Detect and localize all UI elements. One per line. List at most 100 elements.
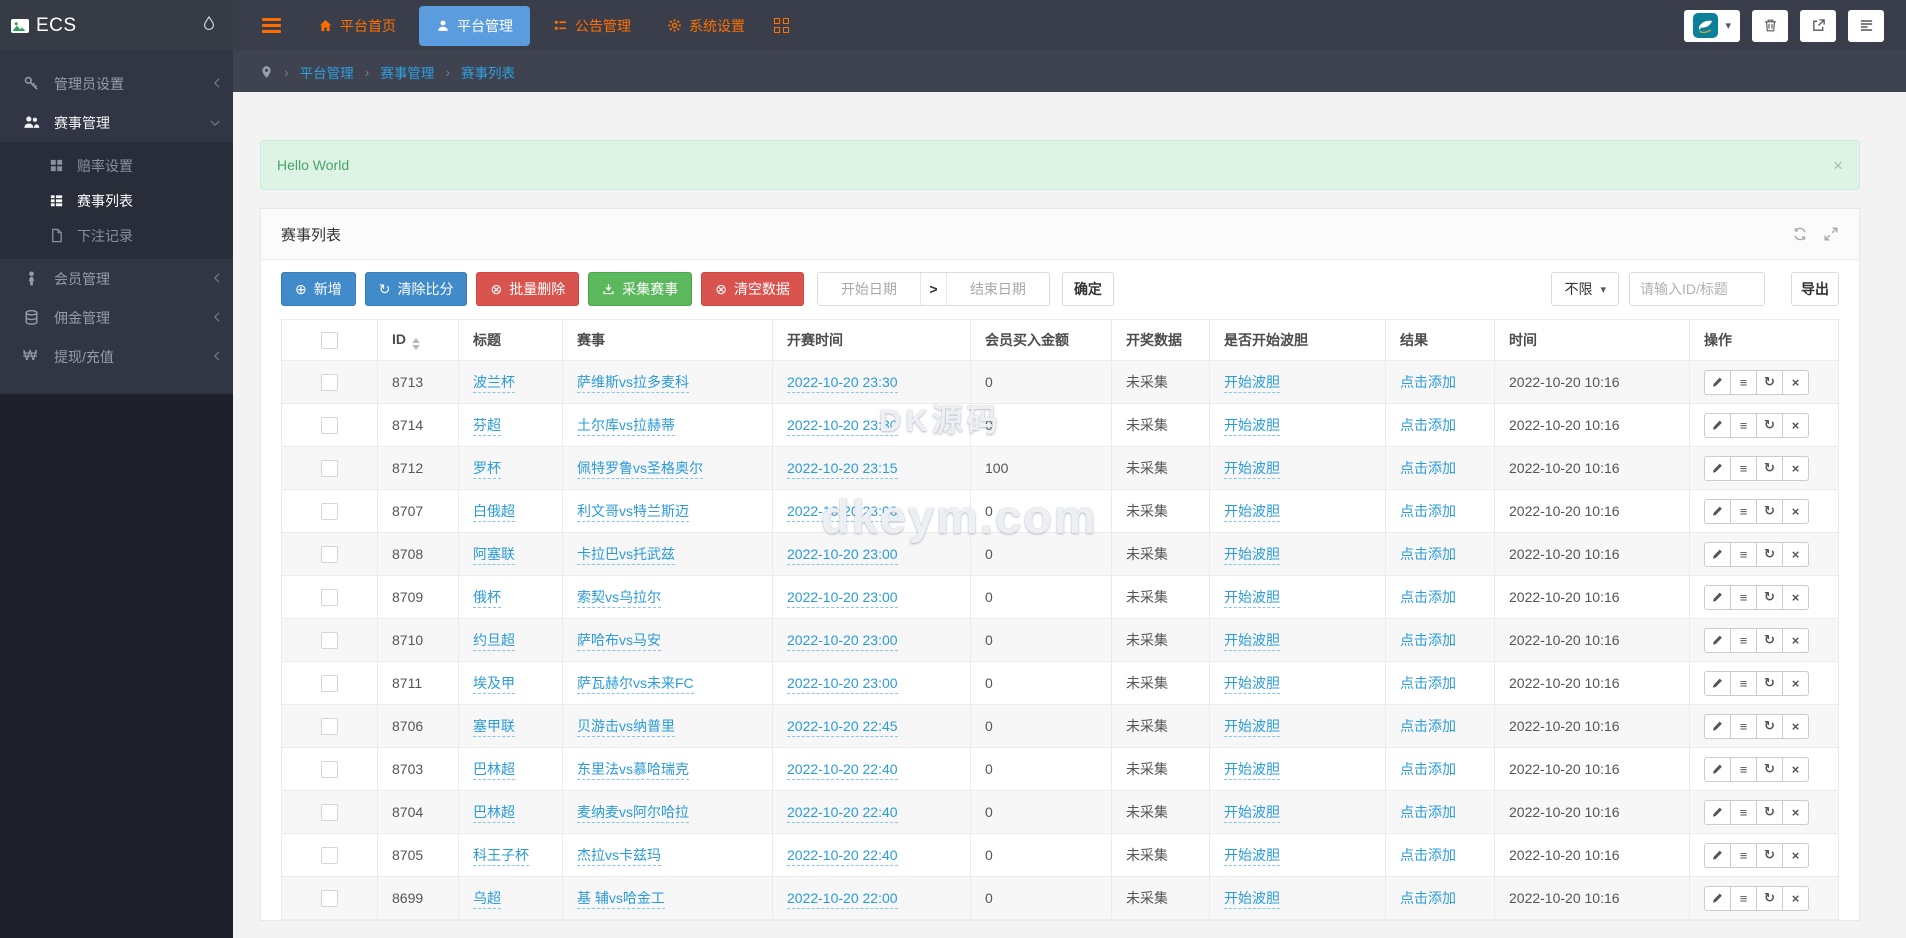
- search-input[interactable]: [1629, 272, 1765, 306]
- delete-button[interactable]: ×: [1782, 670, 1809, 696]
- breadcrumb-link[interactable]: 赛事管理: [380, 62, 434, 82]
- list-button[interactable]: ≡: [1730, 627, 1757, 653]
- league-link[interactable]: 塞甲联: [473, 718, 515, 737]
- list-button[interactable]: ≡: [1730, 756, 1757, 782]
- list-button[interactable]: ≡: [1730, 455, 1757, 481]
- row-checkbox[interactable]: [321, 760, 338, 778]
- result-add-link[interactable]: 点击添加: [1400, 847, 1456, 863]
- bodan-link[interactable]: 开始波胆: [1224, 417, 1280, 436]
- list-button[interactable]: ≡: [1730, 369, 1757, 395]
- league-link[interactable]: 乌超: [473, 890, 501, 909]
- bodan-link[interactable]: 开始波胆: [1224, 546, 1280, 565]
- refresh-button[interactable]: ↻: [1756, 670, 1783, 696]
- refresh-button[interactable]: ↻: [1756, 369, 1783, 395]
- result-add-link[interactable]: 点击添加: [1400, 417, 1456, 433]
- delete-button[interactable]: ×: [1782, 455, 1809, 481]
- match-link[interactable]: 卡拉巴vs托武兹: [577, 546, 675, 565]
- start-time-link[interactable]: 2022-10-20 22:45: [787, 718, 898, 737]
- league-link[interactable]: 白俄超: [473, 503, 515, 522]
- row-checkbox[interactable]: [321, 846, 338, 864]
- delete-button[interactable]: ×: [1782, 412, 1809, 438]
- edit-button[interactable]: [1704, 455, 1731, 481]
- nav-tab-home[interactable]: 平台首页: [305, 7, 409, 45]
- refresh-button[interactable]: ↻: [1756, 584, 1783, 610]
- bodan-link[interactable]: 开始波胆: [1224, 460, 1280, 479]
- row-checkbox[interactable]: [321, 459, 338, 477]
- batch-delete-button[interactable]: ⊗ 批量删除: [476, 272, 580, 306]
- end-date-input[interactable]: [946, 273, 1049, 305]
- list-button[interactable]: ≡: [1730, 412, 1757, 438]
- result-add-link[interactable]: 点击添加: [1400, 589, 1456, 605]
- list-button[interactable]: ≡: [1730, 799, 1757, 825]
- start-time-link[interactable]: 2022-10-20 22:40: [787, 847, 898, 866]
- edit-button[interactable]: [1704, 541, 1731, 567]
- match-link[interactable]: 麦纳麦vs阿尔哈拉: [577, 804, 689, 823]
- match-link[interactable]: 贝游击vs纳普里: [577, 718, 675, 737]
- bodan-link[interactable]: 开始波胆: [1224, 890, 1280, 909]
- export-button[interactable]: 导出: [1791, 272, 1839, 306]
- trash-button[interactable]: [1752, 9, 1788, 42]
- start-date-input[interactable]: [817, 273, 920, 305]
- league-link[interactable]: 巴林超: [473, 804, 515, 823]
- edit-button[interactable]: [1704, 584, 1731, 610]
- bodan-link[interactable]: 开始波胆: [1224, 503, 1280, 522]
- row-checkbox[interactable]: [321, 631, 338, 649]
- edit-button[interactable]: [1704, 756, 1731, 782]
- edit-button[interactable]: [1704, 670, 1731, 696]
- match-link[interactable]: 基 辅vs哈金工: [577, 890, 665, 909]
- result-add-link[interactable]: 点击添加: [1400, 460, 1456, 476]
- start-time-link[interactable]: 2022-10-20 23:00: [787, 675, 898, 694]
- empty-data-button[interactable]: ⊗ 清空数据: [701, 272, 804, 306]
- refresh-button[interactable]: ↻: [1756, 455, 1783, 481]
- clear-score-button[interactable]: ↻ 清除比分: [364, 272, 468, 306]
- refresh-button[interactable]: ↻: [1756, 756, 1783, 782]
- bodan-link[interactable]: 开始波胆: [1224, 589, 1280, 608]
- edit-button[interactable]: [1704, 627, 1731, 653]
- bodan-link[interactable]: 开始波胆: [1224, 675, 1280, 694]
- start-time-link[interactable]: 2022-10-20 23:30: [787, 417, 898, 436]
- sidebar-item-match-list[interactable]: 赛事列表: [0, 183, 233, 218]
- league-link[interactable]: 科王子杯: [473, 847, 529, 866]
- league-link[interactable]: 波兰杯: [473, 374, 515, 393]
- delete-button[interactable]: ×: [1782, 756, 1809, 782]
- sidebar-item-withdraw-recharge[interactable]: ₩ 提现/充值: [0, 337, 233, 376]
- nav-tab-announcement-management[interactable]: 公告管理: [540, 7, 644, 45]
- nav-tab-platform-management[interactable]: 平台管理: [419, 5, 530, 46]
- league-link[interactable]: 罗杯: [473, 460, 501, 479]
- edit-button[interactable]: [1704, 799, 1731, 825]
- sidebar-item-admin-settings[interactable]: 管理员设置: [0, 64, 233, 103]
- row-checkbox[interactable]: [321, 674, 338, 692]
- league-link[interactable]: 埃及甲: [473, 675, 515, 694]
- league-link[interactable]: 约旦超: [473, 632, 515, 651]
- bodan-link[interactable]: 开始波胆: [1224, 761, 1280, 780]
- bodan-link[interactable]: 开始波胆: [1224, 847, 1280, 866]
- league-link[interactable]: 芬超: [473, 417, 501, 436]
- delete-button[interactable]: ×: [1782, 713, 1809, 739]
- start-time-link[interactable]: 2022-10-20 22:40: [787, 761, 898, 780]
- match-link[interactable]: 索契vs乌拉尔: [577, 589, 661, 608]
- breadcrumb-link[interactable]: 平台管理: [300, 62, 354, 82]
- result-add-link[interactable]: 点击添加: [1400, 890, 1456, 906]
- edit-button[interactable]: [1704, 713, 1731, 739]
- fullscreen-icon[interactable]: [1823, 226, 1839, 242]
- start-time-link[interactable]: 2022-10-20 23:00: [787, 589, 898, 608]
- select-all-checkbox[interactable]: [321, 331, 338, 349]
- refresh-button[interactable]: ↻: [1756, 627, 1783, 653]
- result-add-link[interactable]: 点击添加: [1400, 374, 1456, 390]
- list-button[interactable]: ≡: [1730, 584, 1757, 610]
- start-time-link[interactable]: 2022-10-20 23:00: [787, 632, 898, 651]
- refresh-button[interactable]: ↻: [1756, 885, 1783, 911]
- menu-lines-button[interactable]: [1848, 9, 1884, 42]
- result-add-link[interactable]: 点击添加: [1400, 675, 1456, 691]
- match-link[interactable]: 佩特罗鲁vs圣格奥尔: [577, 460, 703, 479]
- avatar-menu-button[interactable]: ▾: [1684, 9, 1740, 42]
- match-link[interactable]: 萨哈布vs马安: [577, 632, 661, 651]
- start-time-link[interactable]: 2022-10-20 23:30: [787, 374, 898, 393]
- sidebar-item-odds-settings[interactable]: 赔率设置: [0, 148, 233, 183]
- edit-button[interactable]: [1704, 842, 1731, 868]
- sidebar-item-commission-management[interactable]: 佣金管理: [0, 298, 233, 337]
- list-button[interactable]: ≡: [1730, 670, 1757, 696]
- result-add-link[interactable]: 点击添加: [1400, 718, 1456, 734]
- refresh-button[interactable]: ↻: [1756, 498, 1783, 524]
- refresh-button[interactable]: ↻: [1756, 842, 1783, 868]
